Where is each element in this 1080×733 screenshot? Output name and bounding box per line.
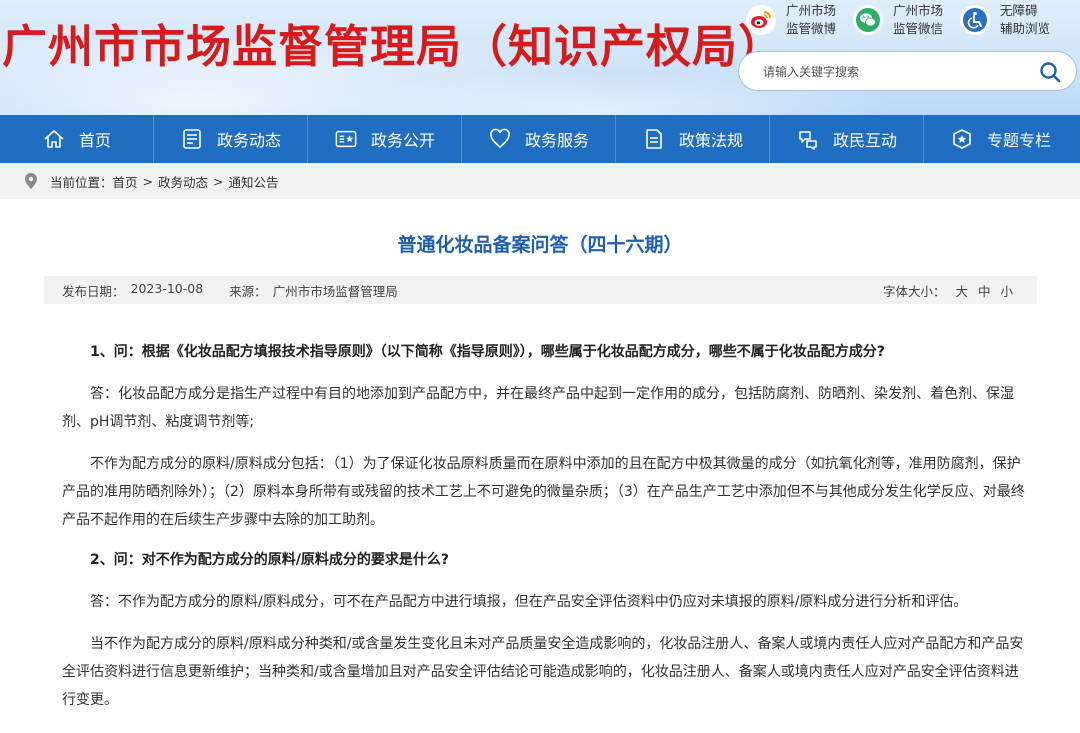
breadcrumb-notices[interactable]: 通知公告 [229, 172, 279, 191]
weibo-label: 广州市场 监管微博 [786, 3, 837, 36]
answer-paragraph: 答：化妆品配方成分是指生产过程中有目的地添加到产品配方中，并在最终产品中起到一定… [62, 386, 1014, 430]
font-size-label: 字体大小： [882, 283, 946, 299]
font-size-medium-button[interactable]: 中 [978, 281, 991, 300]
disclosure-icon [335, 128, 357, 150]
answer-paragraph: 答：不作为配方成分的原料/原料成分，可不在产品配方中进行填报，但在产品安全评估资… [90, 594, 968, 610]
answer-paragraph: 不作为配方成分的原料/原料成分包括：（1）为了保证化妆品原料质量而在原料中添加的… [62, 456, 1025, 528]
source-value: 广州市市场监督管理局 [272, 283, 398, 299]
news-icon [181, 128, 203, 150]
font-size-small-button[interactable]: 小 [1000, 281, 1013, 300]
topic-icon [951, 128, 973, 150]
publish-label: 发布日期： [62, 283, 125, 299]
source-label: 来源： [229, 283, 267, 299]
nav-item-topics[interactable]: 专题专栏 [924, 115, 1078, 163]
wechat-icon [853, 5, 883, 35]
nav-item-news[interactable]: 政务动态 [154, 115, 308, 163]
accessibility-label: 无障碍 辅助浏览 [1000, 3, 1051, 36]
nav-label: 政民互动 [832, 131, 897, 150]
nav-label: 专题专栏 [986, 131, 1051, 150]
nav-item-home[interactable]: 首页 [0, 115, 154, 163]
breadcrumb-separator: > [213, 173, 224, 189]
wechat-label: 广州市场 监管微信 [893, 3, 944, 36]
main-nav: 首页 政务动态 政务公开 政务服务 政策法规 政民互动 专题专栏 [0, 115, 1080, 163]
weibo-icon [746, 5, 776, 35]
question-paragraph: 2、问：对不作为配方成分的原料/原料成分的要求是什么? [90, 552, 449, 568]
accessibility-link[interactable]: 无障碍 辅助浏览 [960, 2, 1050, 38]
publish-date: 2023-10-08 [130, 280, 204, 296]
breadcrumb-news[interactable]: 政务动态 [158, 172, 208, 191]
nav-label: 首页 [78, 131, 111, 150]
heart-icon [489, 128, 511, 150]
breadcrumb: 当前位置： 首页 > 政务动态 > 通知公告 [0, 163, 1080, 199]
font-size-large-button[interactable]: 大 [955, 281, 968, 300]
article-title: 普通化妆品备案问答（四十六期） [397, 234, 683, 256]
nav-item-disclosure[interactable]: 政务公开 [308, 115, 462, 163]
nav-label: 政务动态 [216, 131, 281, 150]
accessibility-icon [960, 5, 990, 35]
nav-label: 政务公开 [370, 131, 435, 150]
wechat-link[interactable]: 广州市场 监管微信 [853, 2, 943, 38]
nav-item-interaction[interactable]: 政民互动 [770, 115, 924, 163]
nav-item-services[interactable]: 政务服务 [462, 115, 616, 163]
breadcrumb-prefix: 当前位置： [50, 174, 113, 190]
breadcrumb-home[interactable]: 首页 [113, 172, 138, 191]
search-input[interactable] [763, 61, 1023, 83]
answer-paragraph: 当不作为配方成分的原料/原料成分种类和/或含量发生变化且未对产品质量安全造成影响… [62, 636, 1024, 708]
nav-label: 政务服务 [524, 131, 589, 150]
question-paragraph: 1、问：根据《化妆品配方填报技术指导原则》（以下简称《指导原则》），哪些属于化妆… [90, 344, 885, 360]
nav-item-policy[interactable]: 政策法规 [616, 115, 770, 163]
location-pin-icon [24, 172, 38, 190]
document-icon [643, 128, 665, 150]
site-header: 广州市市场监督管理局（知识产权局） 广州市场 监管微博 广州市场 监管微信 无障… [0, 0, 1080, 115]
search-box [738, 51, 1077, 91]
breadcrumb-separator: > [142, 173, 154, 189]
nav-label: 政策法规 [678, 131, 743, 150]
interaction-icon [797, 128, 819, 150]
article-content: 1、问：根据《化妆品配方填报技术指导原则》（以下简称《指导原则》），哪些属于化妆… [62, 338, 1032, 714]
search-icon[interactable] [1038, 60, 1062, 84]
article-meta: 发布日期： 2023-10-08 来源： 广州市市场监督管理局 字体大小： 大 … [44, 276, 1037, 304]
weibo-link[interactable]: 广州市场 监管微博 [746, 2, 836, 38]
site-title[interactable]: 广州市市场监督管理局（知识产权局） [2, 10, 784, 75]
home-icon [43, 128, 65, 150]
